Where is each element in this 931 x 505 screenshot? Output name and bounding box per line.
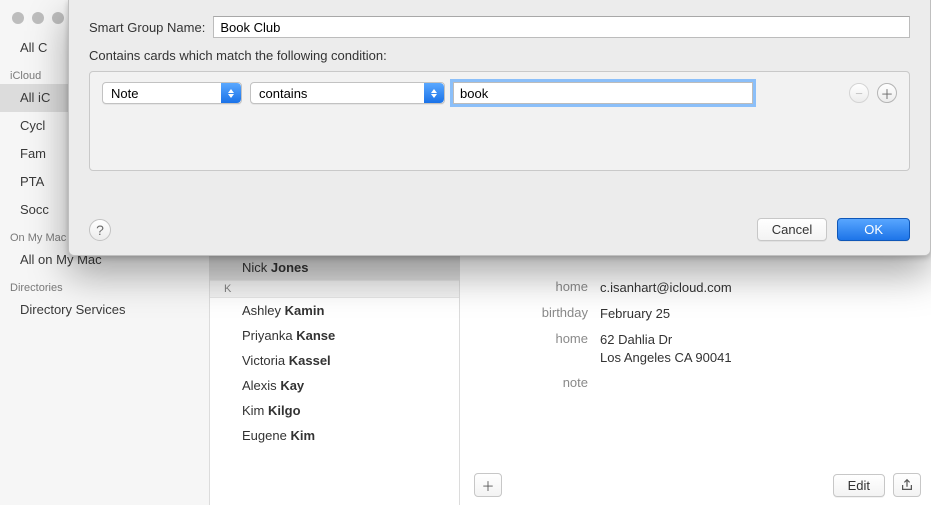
smart-group-name-input[interactable] bbox=[213, 16, 910, 38]
sidebar-header-directories: Directories bbox=[0, 274, 209, 296]
contact-last: Jones bbox=[271, 260, 309, 275]
field-label-home-email: home bbox=[460, 279, 600, 297]
list-item[interactable]: Alexis Kay bbox=[210, 373, 459, 398]
cancel-button[interactable]: Cancel bbox=[757, 218, 827, 241]
contact-list[interactable]: Nick Jones K Ashley Kamin Priyanka Kanse… bbox=[210, 255, 460, 505]
field-value-birthday: February 25 bbox=[600, 305, 931, 323]
rule-value-input[interactable] bbox=[453, 82, 753, 104]
ok-button[interactable]: OK bbox=[837, 218, 910, 241]
sidebar-item-directory-services[interactable]: Directory Services bbox=[0, 296, 209, 324]
contact-last: Kassel bbox=[289, 353, 331, 368]
contact-last: Kay bbox=[280, 378, 304, 393]
contact-first: Nick bbox=[242, 260, 267, 275]
list-item[interactable]: Nick Jones bbox=[210, 255, 459, 280]
list-item[interactable]: Eugene Kim bbox=[210, 423, 459, 448]
contact-first: Priyanka bbox=[242, 328, 293, 343]
rule-field-popup[interactable]: Note bbox=[102, 82, 242, 104]
contact-first: Ashley bbox=[242, 303, 281, 318]
list-item[interactable]: Ashley Kamin bbox=[210, 298, 459, 323]
contact-last: Kanse bbox=[296, 328, 335, 343]
rule-row: Note contains − ＋ bbox=[102, 82, 897, 104]
question-icon: ? bbox=[96, 222, 104, 238]
rule-field-value: Note bbox=[111, 86, 138, 101]
rule-operator-value: contains bbox=[259, 86, 307, 101]
contact-detail: home c.isanhart@icloud.com birthday Febr… bbox=[460, 255, 931, 505]
share-button[interactable] bbox=[893, 473, 921, 497]
chevron-updown-icon bbox=[221, 83, 241, 103]
rules-container: Note contains − ＋ bbox=[89, 71, 910, 171]
minus-icon: − bbox=[855, 86, 863, 101]
smart-group-sheet: Smart Group Name: Contains cards which m… bbox=[68, 0, 931, 256]
chevron-updown-icon bbox=[424, 83, 444, 103]
rule-operator-popup[interactable]: contains bbox=[250, 82, 445, 104]
contact-last: Kim bbox=[290, 428, 315, 443]
field-value-home-address[interactable]: 62 Dahlia Dr Los Angeles CA 90041 bbox=[600, 331, 931, 367]
field-value-note[interactable] bbox=[600, 375, 931, 390]
contact-last: Kilgo bbox=[268, 403, 301, 418]
field-label-home-address: home bbox=[460, 331, 600, 367]
field-label-note: note bbox=[460, 375, 600, 390]
smart-group-instruction: Contains cards which match the following… bbox=[89, 48, 910, 63]
list-section-letter: K bbox=[210, 280, 459, 298]
close-window-icon[interactable] bbox=[12, 12, 24, 24]
add-rule-button[interactable]: ＋ bbox=[877, 83, 897, 103]
list-item[interactable]: Kim Kilgo bbox=[210, 398, 459, 423]
add-field-button[interactable]: ＋ bbox=[474, 473, 502, 497]
zoom-window-icon[interactable] bbox=[52, 12, 64, 24]
list-item[interactable]: Victoria Kassel bbox=[210, 348, 459, 373]
share-icon bbox=[900, 478, 914, 492]
contact-first: Victoria bbox=[242, 353, 285, 368]
contact-last: Kamin bbox=[285, 303, 325, 318]
contact-first: Kim bbox=[242, 403, 264, 418]
remove-rule-button: − bbox=[849, 83, 869, 103]
smart-group-name-label: Smart Group Name: bbox=[89, 20, 205, 35]
edit-button[interactable]: Edit bbox=[833, 474, 885, 497]
plus-icon: ＋ bbox=[481, 476, 494, 495]
contact-first: Eugene bbox=[242, 428, 287, 443]
contact-first: Alexis bbox=[242, 378, 277, 393]
list-item[interactable]: Priyanka Kanse bbox=[210, 323, 459, 348]
plus-icon: ＋ bbox=[880, 84, 893, 103]
field-label-birthday: birthday bbox=[460, 305, 600, 323]
help-button[interactable]: ? bbox=[89, 219, 111, 241]
minimize-window-icon[interactable] bbox=[32, 12, 44, 24]
field-value-home-email[interactable]: c.isanhart@icloud.com bbox=[600, 279, 931, 297]
